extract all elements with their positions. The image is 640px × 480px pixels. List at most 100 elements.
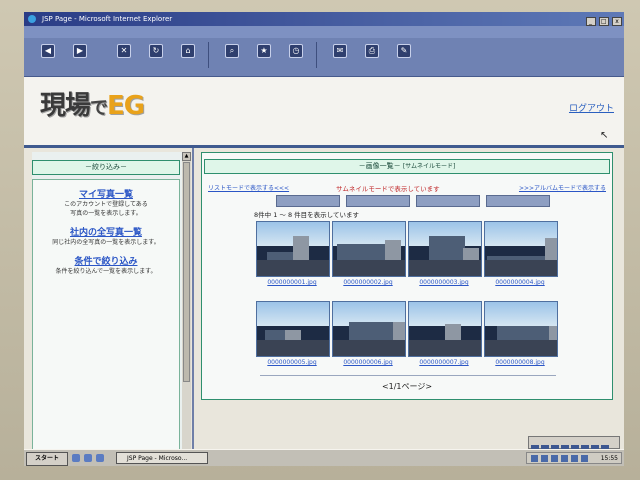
search-button[interactable]: ⌕	[218, 42, 246, 72]
tray-icon[interactable]	[541, 455, 548, 462]
browser-toolbar: ◀ ▶ ✕ ↻ ⌂ ⌕ ★ ◷ ✉ ⎙ ✎	[24, 38, 624, 77]
sidebar-item-desc: 写真の一覧を表示します。	[70, 210, 142, 217]
monitor-bezel: JSP Page - Microsoft Internet Explorer _…	[0, 0, 640, 480]
back-icon: ◀	[41, 44, 55, 58]
sidebar-item-filter[interactable]: 条件で絞り込み	[33, 254, 179, 267]
sidebar-scrollbar[interactable]: ▲ ▼	[182, 152, 191, 458]
current-mode-text: サムネイルモードで表示しています	[336, 185, 440, 193]
logo-text: EG	[107, 91, 145, 121]
edit-button[interactable]: ✎	[390, 42, 418, 72]
photo-thumbnail[interactable]	[256, 221, 330, 277]
refresh-button[interactable]: ↻	[142, 42, 170, 72]
sort-by-user-button[interactable]	[416, 195, 480, 207]
maximize-button[interactable]: □	[598, 17, 609, 26]
tray-icon[interactable]	[551, 455, 558, 462]
taskbar: スタート JSP Page - Microso... 15:55	[24, 449, 624, 466]
tray-icon[interactable]	[561, 455, 568, 462]
photo-filename-link[interactable]: 0000000001.jpg	[252, 279, 332, 286]
tray-icon[interactable]	[571, 455, 578, 462]
sort-by-date-button[interactable]	[346, 195, 410, 207]
favorites-button[interactable]: ★	[250, 42, 278, 72]
edit-icon: ✎	[397, 44, 411, 58]
sidebar-item-desc: 同じ社内の全写真の一覧を表示します。	[52, 239, 160, 246]
close-button[interactable]: x	[612, 17, 622, 26]
photo-thumbnail[interactable]	[408, 301, 482, 357]
photo-filename-link[interactable]: 0000000005.jpg	[252, 359, 332, 366]
logo-text: 現場	[40, 91, 91, 121]
photo-thumbnail[interactable]	[256, 301, 330, 357]
tray-icon[interactable]	[531, 455, 538, 462]
mouse-pointer-icon: ↖	[600, 130, 609, 141]
site-logo: 現場でEG	[40, 85, 145, 122]
sidebar-item-my-photos[interactable]: マイ写真一覧	[33, 187, 179, 200]
sidebar-heading: －絞り込み－	[32, 160, 180, 175]
photo-thumbnail[interactable]	[484, 221, 558, 277]
window-title: JSP Page - Microsoft Internet Explorer	[42, 15, 173, 23]
sidebar: －絞り込み－ マイ写真一覧 このアカウントで登録してある 写真の一覧を表示します…	[32, 152, 184, 452]
print-icon: ⎙	[365, 44, 379, 58]
logo-text: で	[90, 98, 108, 119]
mail-icon: ✉	[333, 44, 347, 58]
photo-filename-link[interactable]: 0000000006.jpg	[328, 359, 408, 366]
scroll-up-icon[interactable]: ▲	[182, 152, 191, 161]
image-list-title: －画像一覧－	[358, 162, 401, 170]
back-button[interactable]: ◀	[34, 42, 62, 72]
system-tray: 15:55	[526, 452, 622, 464]
album-mode-link[interactable]: >>>アルバムモードで表示する	[519, 183, 606, 192]
divider	[260, 375, 556, 376]
result-count: 8件中 1 ～ 8 件目を表示しています	[254, 211, 359, 219]
clock[interactable]: 15:55	[601, 455, 618, 462]
image-list-heading: －画像一覧－ [サムネイルモード]	[204, 159, 610, 174]
language-bar[interactable]	[528, 436, 620, 452]
mail-button[interactable]: ✉	[326, 42, 354, 72]
pager[interactable]: <1/1ページ>	[202, 381, 612, 392]
home-icon: ⌂	[181, 44, 195, 58]
stop-button[interactable]: ✕	[110, 42, 138, 72]
toolbar-separator	[208, 42, 209, 68]
favorites-icon: ★	[257, 44, 271, 58]
sort-by-filename-button[interactable]	[276, 195, 340, 207]
sidebar-item-desc: このアカウントで登録してある	[64, 201, 148, 208]
photo-thumbnail[interactable]	[332, 221, 406, 277]
photo-filename-link[interactable]: 0000000003.jpg	[404, 279, 484, 286]
photo-filename-link[interactable]: 0000000008.jpg	[480, 359, 560, 366]
history-icon: ◷	[289, 44, 303, 58]
quicklaunch-desktop-icon[interactable]	[84, 454, 92, 462]
photo-thumbnail[interactable]	[332, 301, 406, 357]
stop-icon: ✕	[117, 44, 131, 58]
home-button[interactable]: ⌂	[174, 42, 202, 72]
mode-label: [サムネイルモード]	[402, 163, 456, 170]
scroll-thumb[interactable]	[183, 162, 190, 382]
refresh-icon: ↻	[149, 44, 163, 58]
start-button[interactable]: スタート	[26, 452, 68, 466]
menu-bar	[24, 26, 624, 38]
photo-thumbnail[interactable]	[484, 301, 558, 357]
tray-icon[interactable]	[581, 455, 588, 462]
site-header: 現場でEG ログアウト	[24, 77, 624, 148]
sort-by-type-button[interactable]	[486, 195, 550, 207]
taskbar-window-button[interactable]: JSP Page - Microso...	[116, 452, 208, 464]
sort-buttons	[276, 195, 556, 207]
photo-thumbnail[interactable]	[408, 221, 482, 277]
print-button[interactable]: ⎙	[358, 42, 386, 72]
window-titlebar: JSP Page - Microsoft Internet Explorer _…	[24, 12, 624, 26]
sidebar-item-desc: 条件を絞り込んで一覧を表示します。	[55, 268, 157, 275]
history-button[interactable]: ◷	[282, 42, 310, 72]
frame-divider[interactable]	[192, 148, 194, 460]
logout-link[interactable]: ログアウト	[569, 101, 614, 114]
search-icon: ⌕	[225, 44, 239, 58]
sidebar-item-all-photos[interactable]: 社内の全写真一覧	[33, 225, 179, 238]
forward-icon: ▶	[73, 44, 87, 58]
photo-filename-link[interactable]: 0000000004.jpg	[480, 279, 560, 286]
toolbar-separator	[316, 42, 317, 68]
image-list-panel: －画像一覧－ [サムネイルモード] リストモードで表示する<<< サムネイルモー…	[201, 152, 613, 400]
photo-filename-link[interactable]: 0000000007.jpg	[404, 359, 484, 366]
desktop-screen: JSP Page - Microsoft Internet Explorer _…	[24, 12, 624, 466]
forward-button[interactable]: ▶	[66, 42, 94, 72]
minimize-button[interactable]: _	[585, 17, 596, 26]
list-mode-link[interactable]: リストモードで表示する<<<	[208, 183, 289, 192]
sidebar-box: マイ写真一覧 このアカウントで登録してある 写真の一覧を表示します。 社内の全写…	[32, 179, 180, 451]
photo-filename-link[interactable]: 0000000002.jpg	[328, 279, 408, 286]
quicklaunch-ie-icon[interactable]	[72, 454, 80, 462]
quicklaunch-mail-icon[interactable]	[96, 454, 104, 462]
